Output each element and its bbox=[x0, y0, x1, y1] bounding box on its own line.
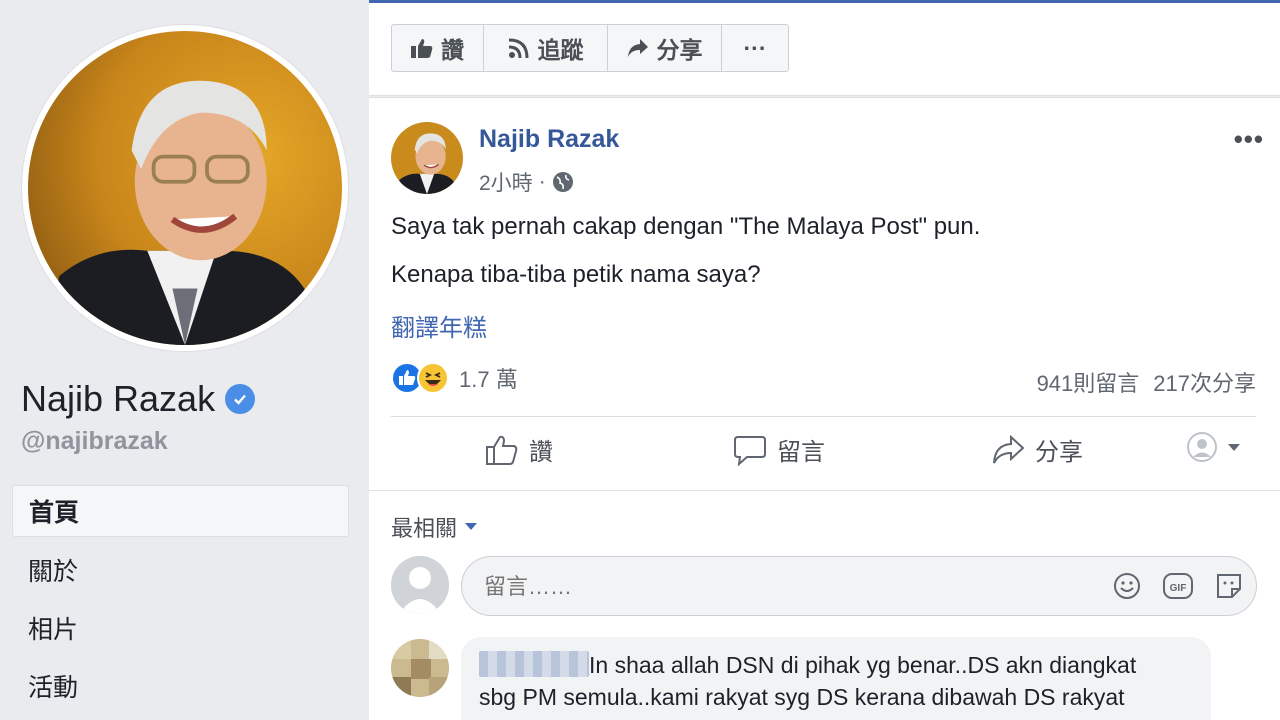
reaction-summary[interactable]: 1.7 萬 bbox=[391, 362, 518, 394]
post-timestamp[interactable]: 2小時 bbox=[479, 167, 533, 197]
comment-composer: GIF bbox=[461, 556, 1257, 616]
post-comment-button[interactable]: 留言 bbox=[733, 432, 825, 467]
follow-button[interactable]: 追蹤 bbox=[484, 25, 608, 71]
commenter-avatar[interactable] bbox=[391, 639, 449, 697]
page-nav: 首頁 關於 相片 活動 bbox=[12, 485, 349, 715]
post-share-label: 分享 bbox=[1035, 439, 1083, 466]
nav-item-events[interactable]: 活動 bbox=[12, 657, 349, 715]
globe-icon bbox=[552, 172, 573, 192]
page-name-text: Najib Razak bbox=[21, 378, 216, 419]
post-meta: 2小時 · bbox=[479, 167, 574, 197]
comment-bubble-icon bbox=[734, 435, 766, 466]
post-author-avatar[interactable] bbox=[391, 122, 463, 194]
page-share-button[interactable]: 分享 bbox=[608, 25, 722, 71]
user-silhouette-icon bbox=[1187, 432, 1217, 462]
post-like-label: 讚 bbox=[529, 439, 553, 466]
page-handle[interactable]: @najibrazak bbox=[21, 427, 168, 456]
comment-bubble: In shaa allah DSN di pihak yg benar..DS … bbox=[461, 637, 1211, 720]
comment-sort-label: 最相關 bbox=[391, 516, 458, 541]
sticker-icon[interactable] bbox=[1214, 571, 1244, 601]
emoji-icon[interactable] bbox=[1112, 571, 1142, 601]
haha-reaction-icon bbox=[417, 362, 449, 394]
comment-input[interactable] bbox=[484, 571, 1044, 603]
verified-badge-icon bbox=[225, 384, 256, 414]
comment-text-line-2: sbg PM semula..kami rakyat syg DS kerana… bbox=[479, 684, 1125, 710]
svg-text:GIF: GIF bbox=[1170, 583, 1187, 594]
post-divider bbox=[391, 416, 1256, 417]
caret-down-icon bbox=[465, 523, 478, 530]
reaction-count: 1.7 萬 bbox=[459, 367, 518, 392]
post-share-button[interactable]: 分享 bbox=[991, 432, 1083, 467]
post-action-row: 讚 留言 分享 bbox=[369, 424, 1280, 484]
chevron-down-icon bbox=[1228, 444, 1240, 451]
post-like-button[interactable]: 讚 bbox=[485, 432, 553, 467]
profile-picture[interactable] bbox=[22, 25, 348, 351]
page-share-label: 分享 bbox=[656, 37, 703, 63]
share-outline-icon bbox=[993, 434, 1025, 463]
share-arrow-icon bbox=[627, 39, 648, 57]
post-comment-label: 留言 bbox=[777, 439, 825, 466]
page-action-group: 讚 追蹤 分享 ··· bbox=[391, 24, 789, 72]
post-options-button[interactable]: ••• bbox=[1234, 124, 1264, 155]
nav-item-home[interactable]: 首頁 bbox=[12, 485, 349, 537]
post-card: Najib Razak 2小時 · ••• Saya tak pernah ca… bbox=[369, 97, 1280, 490]
comments-section: 最相關 GIF In shaa allah DSN di pihak yg be… bbox=[369, 490, 1280, 720]
profile-photo-image bbox=[28, 31, 342, 345]
comment-text-line-1: In shaa allah DSN di pihak yg benar..DS … bbox=[589, 652, 1137, 678]
post-text-line-1: Saya tak pernah cakap dengan "The Malaya… bbox=[391, 213, 981, 240]
more-dots-icon: ··· bbox=[743, 34, 767, 61]
page-action-bar: 讚 追蹤 分享 ··· bbox=[369, 3, 1280, 96]
share-count-link[interactable]: 217次分享 bbox=[1153, 366, 1256, 398]
composer-icons: GIF bbox=[1112, 571, 1244, 601]
left-column: Najib Razak @najibrazak 首頁 關於 相片 活動 bbox=[0, 0, 368, 720]
thumbs-up-outline-icon bbox=[486, 435, 518, 465]
nav-item-photos[interactable]: 相片 bbox=[12, 599, 349, 657]
see-translation-link[interactable]: 翻譯年糕 bbox=[391, 308, 487, 343]
post-author-name[interactable]: Najib Razak bbox=[479, 125, 619, 154]
thumbs-up-icon bbox=[411, 39, 433, 58]
page-more-button[interactable]: ··· bbox=[722, 25, 788, 71]
page-like-button[interactable]: 讚 bbox=[392, 25, 484, 71]
comment-sort-dropdown[interactable]: 最相關 bbox=[391, 511, 478, 543]
gif-icon[interactable]: GIF bbox=[1162, 571, 1194, 601]
comment-count-link[interactable]: 941則留言 bbox=[1037, 366, 1140, 398]
blurred-commenter-name[interactable] bbox=[479, 651, 589, 677]
post-text-line-2: Kenapa tiba-tiba petik nama saya? bbox=[391, 261, 761, 288]
nav-item-about[interactable]: 關於 bbox=[12, 541, 349, 599]
current-user-avatar bbox=[391, 556, 449, 614]
follow-label: 追蹤 bbox=[537, 37, 584, 63]
rss-follow-icon bbox=[508, 38, 528, 59]
meta-separator: · bbox=[538, 170, 546, 193]
page-like-label: 讚 bbox=[441, 37, 464, 63]
page-name: Najib Razak bbox=[21, 378, 256, 420]
post-stats: 941則留言 217次分享 bbox=[1037, 366, 1256, 398]
react-as-selector[interactable] bbox=[1187, 432, 1241, 462]
